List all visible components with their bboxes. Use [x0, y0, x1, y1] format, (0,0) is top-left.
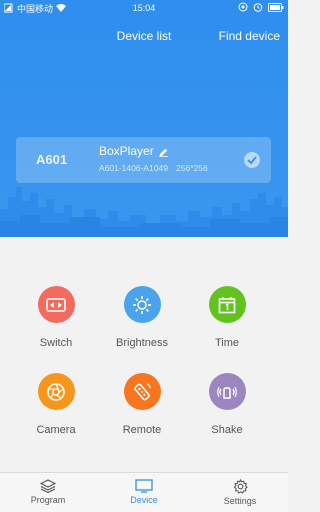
sun-icon [123, 286, 161, 323]
function-panel: Switch Brightness Time Camera Remote Sha… [0, 237, 288, 472]
tab-label: Settings [223, 496, 257, 506]
location-icon [238, 2, 248, 12]
function-label: Time [214, 337, 240, 349]
device-resolution: 256*256 [176, 163, 208, 173]
function-shake[interactable]: Shake [179, 373, 275, 436]
power-switch-icon [37, 286, 75, 323]
function-remote[interactable]: Remote [94, 373, 190, 436]
bottom-tab-bar: Program Device Settings [0, 472, 288, 512]
device-serial: A601-1406-A1049 [99, 163, 169, 173]
gear-icon [233, 479, 248, 494]
status-bar: 中国移动 15:04 [0, 0, 288, 16]
function-time[interactable]: Time [179, 286, 275, 349]
tab-settings[interactable]: Settings [192, 473, 288, 512]
function-label: Brightness [116, 337, 168, 349]
function-label: Remote [122, 424, 162, 436]
remote-control-icon [123, 373, 161, 410]
nav-bar: Device list Find device [0, 24, 288, 48]
function-switch[interactable]: Switch [8, 286, 104, 349]
device-list-item[interactable]: A601 BoxPlayer A601-1406-A1049 256*256 [16, 137, 271, 183]
tab-label: Device [130, 495, 158, 505]
tab-device[interactable]: Device [96, 473, 192, 512]
tab-label: Program [30, 495, 66, 505]
function-label: Switch [39, 337, 73, 349]
find-device-button[interactable]: Find device [219, 29, 280, 43]
device-name: BoxPlayer [99, 144, 154, 158]
function-label: Shake [211, 424, 243, 436]
battery-icon [268, 2, 284, 12]
device-model: A601 [36, 152, 68, 167]
camera-aperture-icon [37, 373, 75, 410]
selected-check-icon[interactable] [244, 152, 260, 168]
function-camera[interactable]: Camera [8, 373, 104, 436]
shake-icon [208, 373, 246, 410]
tab-program[interactable]: Program [0, 473, 96, 512]
device-meta: A601-1406-A1049 256*256 [99, 163, 208, 173]
calendar-icon [208, 286, 246, 323]
edit-icon[interactable] [158, 146, 169, 157]
alarm-icon [253, 3, 263, 12]
monitor-icon [135, 479, 153, 493]
device-name-row: BoxPlayer [99, 144, 169, 158]
function-brightness[interactable]: Brightness [94, 286, 190, 349]
layers-icon [40, 479, 56, 493]
function-label: Camera [36, 424, 76, 436]
